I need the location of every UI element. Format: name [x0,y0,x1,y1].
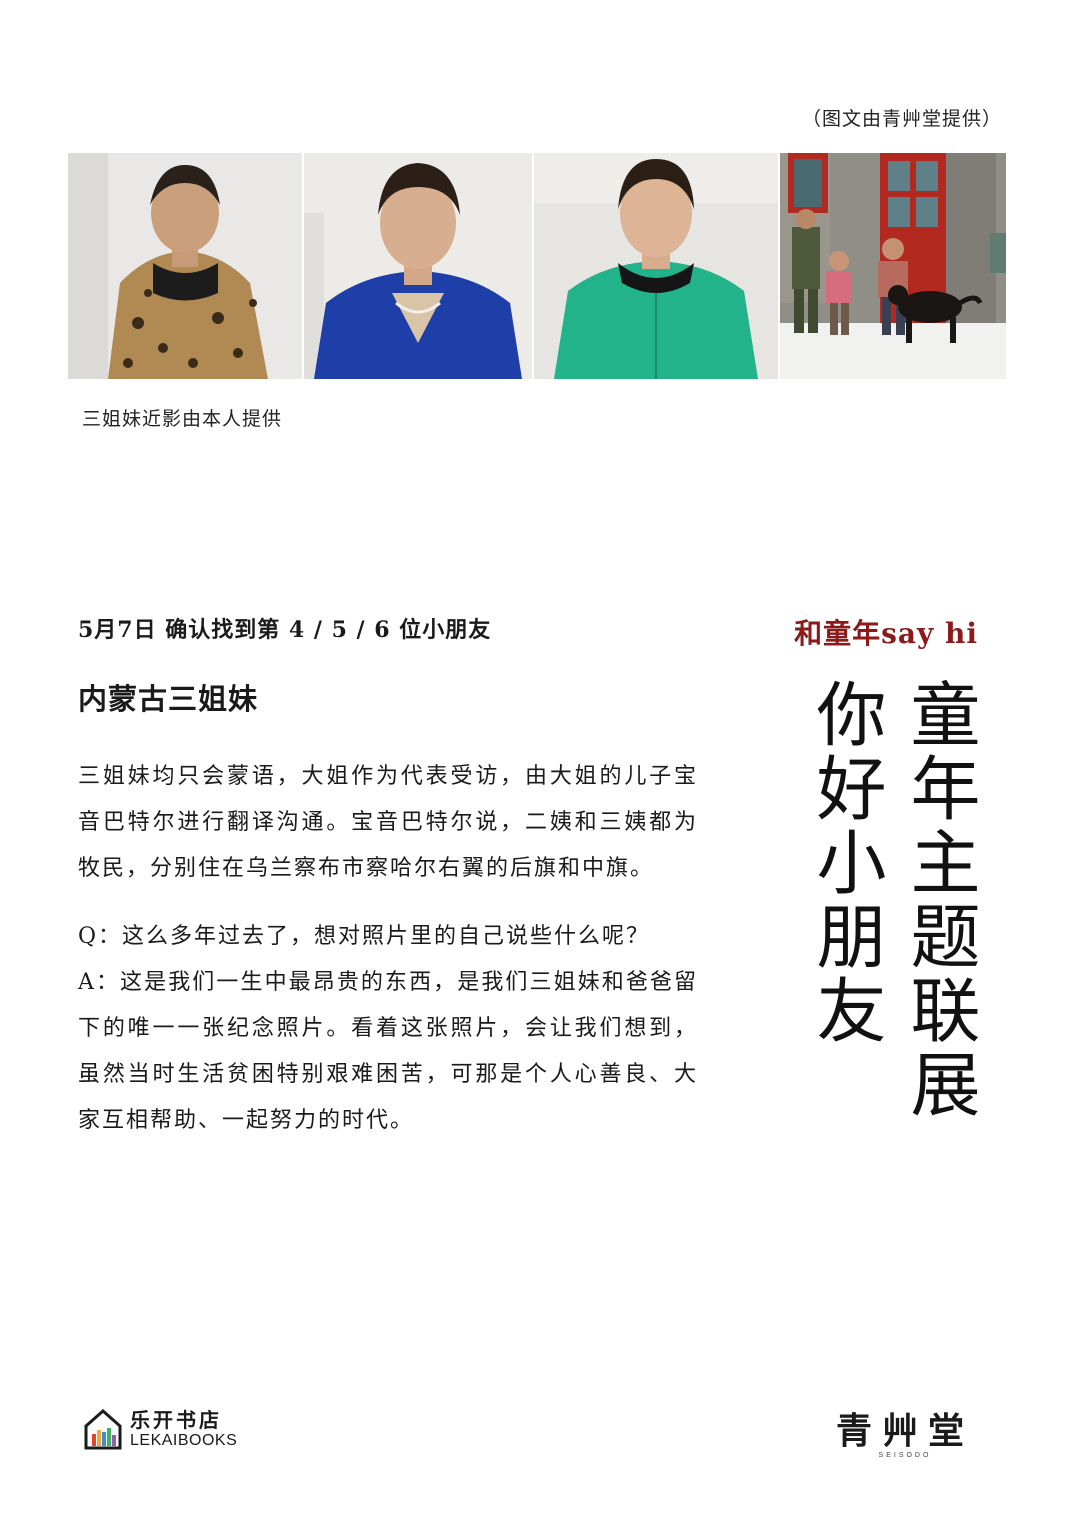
photo-family-snow [780,153,1006,379]
bookstore-house-icon [84,1408,122,1450]
seisodo-logo-cn: 青艸堂 [835,1410,974,1452]
date-line: 5月7日 确认找到第 4 / 5 / 6 位小朋友 [78,617,492,643]
lekai-logo-text: 乐开书店 LEKAIBOOKS [130,1408,237,1450]
exhibition-title: 童年主题联展 [899,678,981,1122]
article-body: 5月7日 确认找到第 4 / 5 / 6 位小朋友 内蒙古三姐妹 三姐妹均只会蒙… [78,612,698,1144]
qa-paragraph: Q：这么多年过去了，想对照片里的自己说些什么呢？ A：这是我们一生中最昂贵的东西… [78,914,698,1144]
photo-third-sister [534,153,778,379]
photo-second-sister [304,153,532,379]
intro-paragraph: 三姐妹均只会蒙语，大姐作为代表受访，由大姐的儿子宝音巴特尔进行翻译沟通。宝音巴特… [78,754,698,892]
photo-eldest-sister [68,153,302,379]
seisodo-logo: 青艸堂 SEISODO [836,1402,974,1459]
photo-credit: （图文由青艸堂提供） [801,108,1002,130]
hello-title: 你好小朋友 [805,678,887,1048]
lekai-logo-en: LEKAIBOOKS [130,1432,238,1449]
side-tag: 和童年say hi [794,617,978,650]
lekai-logo-cn: 乐开书店 [130,1408,222,1432]
vertical-titles: 童年主题联展 你好小朋友 [805,678,981,1122]
question-text: Q：这么多年过去了，想对照片里的自己说些什么呢？ [78,924,651,949]
lekai-logo: 乐开书店 LEKAIBOOKS [84,1408,237,1450]
answer-text: A：这是我们一生中最昂贵的东西，是我们三姐妹和爸爸留下的唯一一张纪念照片。看着这… [78,970,698,1133]
photo-caption: 三姐妹近影由本人提供 [82,408,283,430]
intro-text: 三姐妹均只会蒙语，大姐作为代表受访，由大姐的儿子宝音巴特尔进行翻译沟通。宝音巴特… [78,764,698,881]
article-subtitle: 内蒙古三姐妹 [78,682,259,716]
photo-strip [68,153,1006,379]
